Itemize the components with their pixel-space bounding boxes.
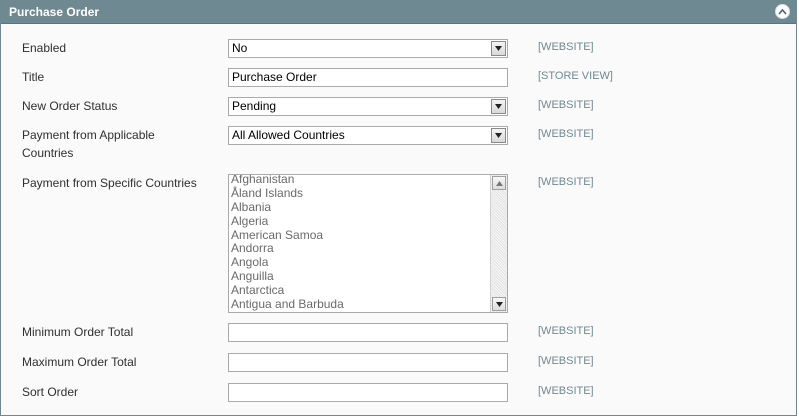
applicable-countries-label: Payment from Applicable Countries — [22, 126, 212, 162]
multiselect-scrollbar[interactable] — [490, 175, 507, 312]
applicable-countries-label-line2: Countries — [22, 146, 74, 160]
new-order-status-scope: [WEBSITE] — [538, 99, 594, 111]
triangle-down-icon[interactable] — [491, 99, 506, 114]
title-scope: [STORE VIEW] — [538, 70, 613, 82]
sort-order-label: Sort Order — [22, 385, 79, 399]
triangle-down-icon[interactable] — [492, 297, 506, 311]
enabled-label: Enabled — [22, 41, 67, 55]
country-option[interactable]: Anguilla — [231, 269, 489, 284]
triangle-down-icon[interactable] — [491, 128, 506, 143]
purchase-order-panel: Purchase Order Enabled No [WEBSITE] Titl… — [0, 0, 797, 416]
specific-countries-label: Payment from Specific Countries — [22, 176, 197, 190]
collapse-button[interactable] — [775, 4, 790, 19]
country-options-list: Afghanistan Åland Islands Albania Algeri… — [231, 175, 489, 312]
title-input[interactable]: Purchase Order — [228, 68, 508, 87]
panel-header[interactable]: Purchase Order — [1, 1, 796, 24]
applicable-countries-scope: [WEBSITE] — [538, 128, 594, 140]
min-order-total-label: Minimum Order Total — [22, 325, 134, 339]
title-label: Title — [22, 70, 45, 84]
country-option[interactable]: Antigua and Barbuda — [231, 297, 489, 312]
country-option[interactable]: Antarctica — [231, 283, 489, 298]
max-order-total-label: Maximum Order Total — [22, 355, 137, 369]
sort-order-input[interactable] — [228, 383, 508, 402]
applicable-countries-select[interactable]: All Allowed Countries — [228, 126, 508, 145]
chevron-up-icon — [778, 8, 787, 15]
country-option[interactable]: Afghanistan — [231, 175, 489, 187]
country-option[interactable]: Angola — [231, 255, 489, 270]
applicable-countries-label-line1: Payment from Applicable — [22, 128, 155, 142]
applicable-countries-select-value: All Allowed Countries — [232, 128, 345, 142]
new-order-status-select[interactable]: Pending — [228, 97, 508, 116]
panel-title: Purchase Order — [9, 5, 100, 19]
country-option[interactable]: Åland Islands — [231, 186, 489, 201]
sort-order-scope: [WEBSITE] — [538, 385, 594, 397]
country-option[interactable]: Algeria — [231, 214, 489, 229]
country-option[interactable]: Andorra — [231, 242, 489, 256]
triangle-down-icon[interactable] — [491, 41, 506, 56]
specific-countries-multiselect[interactable]: Afghanistan Åland Islands Albania Algeri… — [228, 174, 508, 313]
new-order-status-select-value: Pending — [232, 99, 277, 113]
min-order-total-input[interactable] — [228, 323, 508, 342]
min-order-total-scope: [WEBSITE] — [538, 325, 594, 337]
enabled-scope: [WEBSITE] — [538, 41, 594, 53]
max-order-total-scope: [WEBSITE] — [538, 355, 594, 367]
max-order-total-input[interactable] — [228, 353, 508, 372]
enabled-select-value: No — [232, 41, 248, 55]
specific-countries-scope: [WEBSITE] — [538, 176, 594, 188]
triangle-up-icon[interactable] — [492, 176, 506, 190]
new-order-status-label: New Order Status — [22, 99, 118, 113]
country-option[interactable]: American Samoa — [231, 228, 489, 243]
country-option[interactable]: Albania — [231, 200, 489, 215]
enabled-select[interactable]: No — [228, 39, 508, 58]
